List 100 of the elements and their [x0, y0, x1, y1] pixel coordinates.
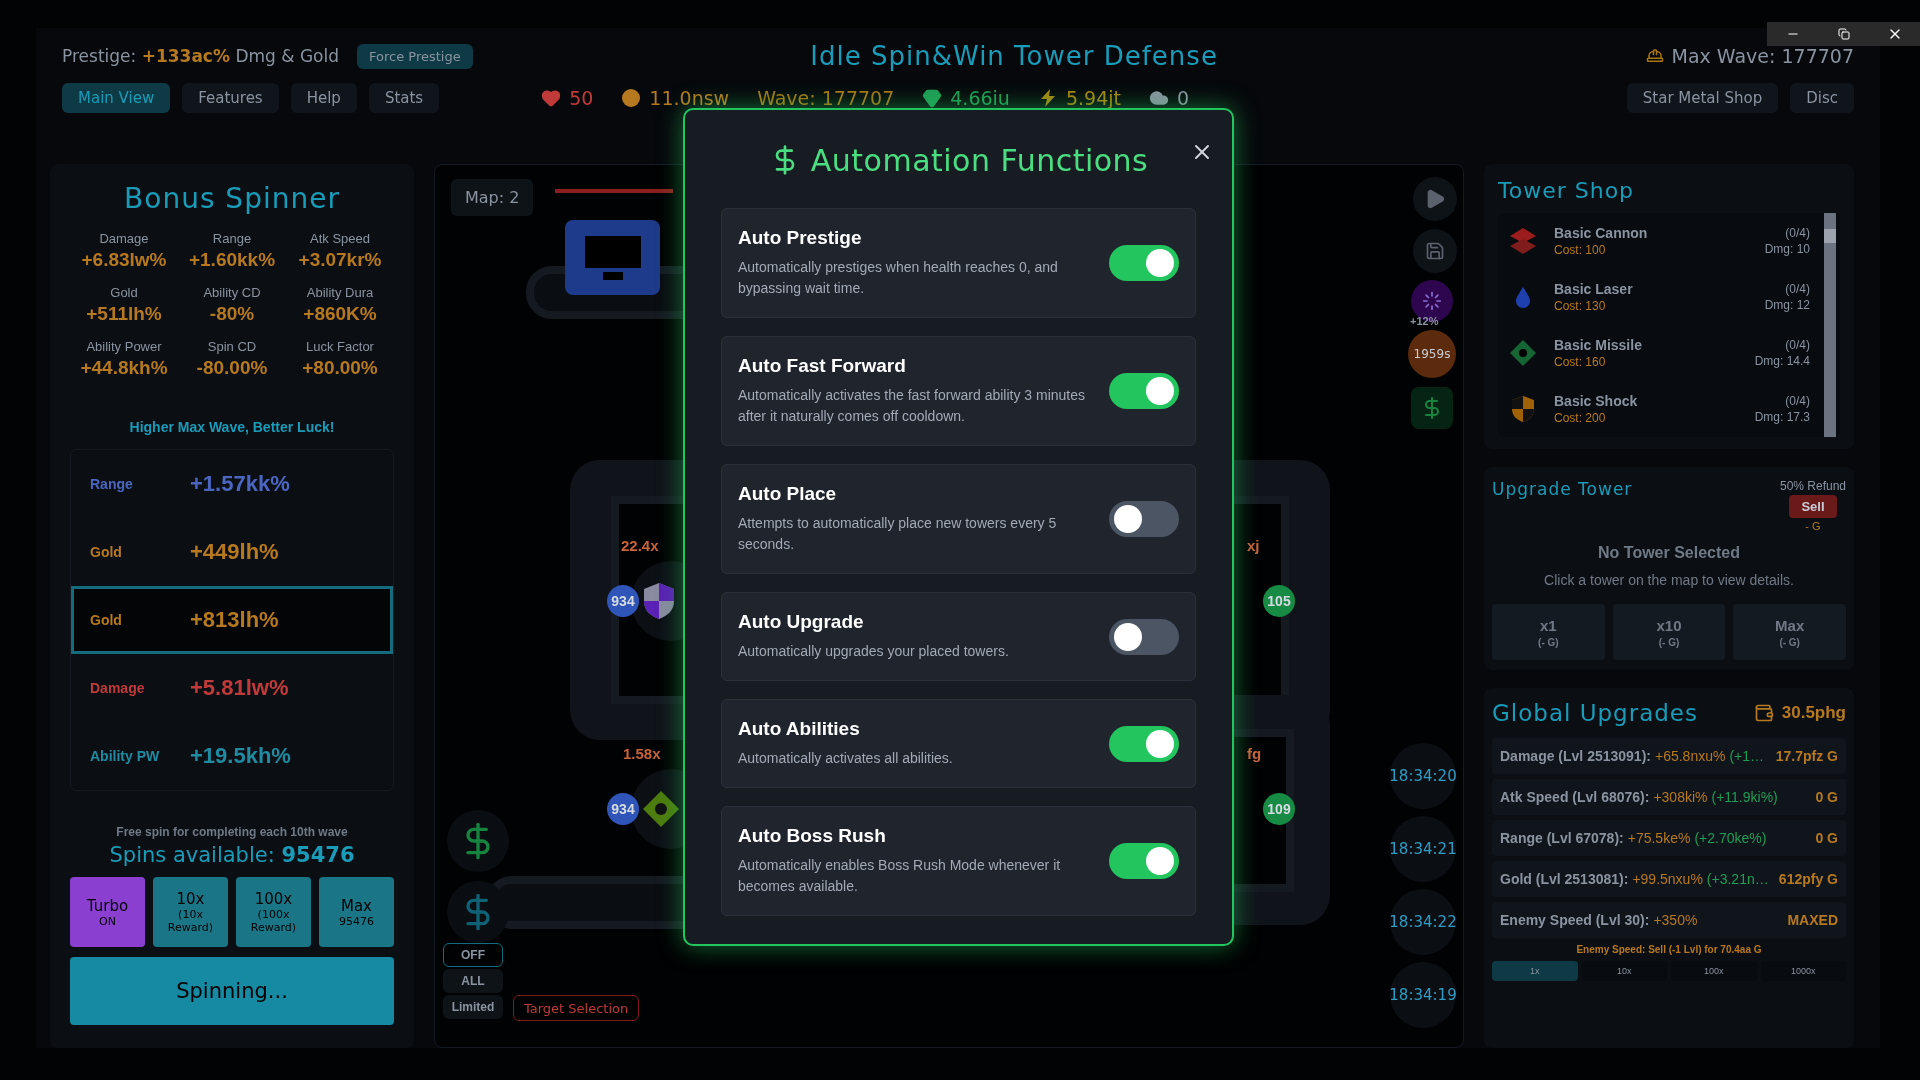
- reel-value: +449lh%: [190, 539, 279, 565]
- stacked-diamond-icon: [1508, 226, 1538, 256]
- reel-label: Gold: [90, 612, 123, 628]
- wallet-icon: [1753, 703, 1774, 723]
- toggle-switch[interactable]: [1109, 843, 1179, 879]
- tower-name: Basic Cannon: [1554, 225, 1649, 241]
- multiplier-tab[interactable]: 1x: [1492, 961, 1578, 981]
- tower-name: Basic Laser: [1554, 281, 1634, 297]
- shield-icon: [641, 581, 677, 621]
- heart-icon: [541, 88, 562, 108]
- multiplier-text: 22.4x: [621, 537, 659, 554]
- tower-shop-item[interactable]: Basic Missile Cost: 160 (0/4) Dmg: 14.4: [1498, 325, 1820, 381]
- target-mode-button[interactable]: ALL: [443, 969, 503, 993]
- stat-value: -80.00%: [196, 357, 268, 379]
- tower-shop-item[interactable]: Basic Laser Cost: 130 (0/4) Dmg: 12: [1498, 269, 1820, 325]
- toggle-switch[interactable]: [1109, 373, 1179, 409]
- spin-batch-button[interactable]: Max 95476: [319, 877, 394, 947]
- target-selection-button[interactable]: Target Selection: [513, 995, 640, 1021]
- play-button[interactable]: [1413, 177, 1457, 221]
- stat-value: 0: [1176, 87, 1190, 109]
- tagline: Higher Max Wave, Better Luck!: [128, 419, 336, 435]
- diamond-icon: [641, 789, 681, 829]
- nav-tab[interactable]: Help: [290, 83, 357, 113]
- tower-count: (0/4): [1785, 394, 1810, 408]
- tower-name: Basic Missile: [1554, 337, 1643, 353]
- tower-shop-item[interactable]: Basic Cannon Cost: 100 (0/4) Dmg: 10: [1498, 213, 1820, 269]
- stat-value: +1.60kk%: [188, 249, 276, 271]
- stat-value: +80.00%: [302, 357, 378, 379]
- multiplier-tab[interactable]: 100x: [1671, 961, 1757, 981]
- coin-icon: [621, 88, 642, 108]
- nav-tab[interactable]: Features: [182, 83, 279, 113]
- automation-name: Auto Abilities: [738, 718, 861, 740]
- automation-description: Automatically upgrades your placed towers.: [738, 642, 1010, 661]
- panel-title: Bonus Spinner: [123, 182, 341, 215]
- save-icon: [1425, 241, 1445, 261]
- sell-value: - G: [1805, 520, 1821, 532]
- save-button[interactable]: [1413, 229, 1457, 273]
- toggle-switch[interactable]: [1109, 725, 1179, 762]
- automation-name: Auto Place: [738, 483, 838, 505]
- upgrade-button[interactable]: x1 (- G): [1492, 604, 1605, 660]
- automation-description: Automatically activates all abilities.: [738, 749, 954, 768]
- panel-title: Upgrade Tower: [1492, 479, 1633, 501]
- sell-button[interactable]: Sell: [1789, 495, 1837, 518]
- stat-value: 4.66iu: [950, 87, 1010, 109]
- spin-batch-button[interactable]: 10x (10x Reward): [153, 877, 228, 947]
- upgrade-row[interactable]: Damage (Lvl 2513091): +65.8nxu% (+1… 17.7pfz G: [1492, 738, 1846, 774]
- automation-description: Automatically enables Boss Rush Mode whenever it becomes available.: [738, 856, 1062, 896]
- reel-value: +19.5kh%: [190, 743, 291, 769]
- timer-button[interactable]: 1959s: [1408, 330, 1456, 378]
- upgrade-button[interactable]: Max (- G): [1733, 604, 1846, 660]
- boost-text: +12%: [1410, 315, 1439, 327]
- reel-value: +813lh%: [190, 607, 279, 633]
- upgrade-row[interactable]: Enemy Speed (Lvl 30): +350% MAXED: [1492, 902, 1846, 938]
- multiplier-tab[interactable]: 10x: [1581, 961, 1667, 981]
- multiplier-text: 1.58x: [623, 745, 661, 762]
- automation-name: Auto Upgrade: [738, 611, 865, 633]
- force-prestige-button[interactable]: Force Prestige: [357, 43, 473, 69]
- level-badge: 934: [607, 793, 639, 825]
- multiplier-text: fg: [1247, 745, 1262, 762]
- upgrade-row[interactable]: Atk Speed (Lvl 68076): +308ki% (+11.9ki%) 0 G: [1492, 779, 1846, 815]
- tower-cost: Cost: 200: [1554, 411, 1607, 425]
- multiplier-tab[interactable]: 1000x: [1760, 961, 1846, 981]
- target-mode-button[interactable]: Limited: [443, 995, 503, 1019]
- nav-link[interactable]: Disc: [1790, 83, 1854, 113]
- spin-button[interactable]: Spinning...: [70, 957, 394, 1025]
- gem-icon: [922, 88, 943, 108]
- turbo-button[interactable]: Turbo ON: [70, 877, 145, 947]
- tower-damage: Dmg: 10: [1764, 242, 1810, 256]
- nav-tab[interactable]: Stats: [368, 83, 440, 113]
- tower-count: (0/4): [1785, 226, 1810, 240]
- empty-title: No Tower Selected: [1597, 544, 1741, 562]
- nav-link[interactable]: Star Metal Shop: [1626, 83, 1779, 113]
- toggle-switch[interactable]: [1109, 245, 1179, 281]
- upgrade-row[interactable]: Range (Lvl 67078): +75.5ke% (+2.70ke%) 0 G: [1492, 820, 1846, 856]
- automation-description: Attempts to automatically place new towers every 5 seconds.: [738, 514, 1058, 554]
- upgrade-button[interactable]: x10 (- G): [1612, 604, 1726, 660]
- stat-value: 50: [569, 87, 594, 109]
- clock-text: 18:34:22: [1390, 889, 1456, 955]
- stat-label: Spin CD: [207, 339, 257, 354]
- stat-value: +860K%: [303, 303, 377, 325]
- tower-shop-item[interactable]: Basic Shock Cost: 200 (0/4) Dmg: 17.3: [1498, 381, 1820, 437]
- toggle-switch[interactable]: [1109, 501, 1179, 537]
- stat-value: +511lh%: [86, 303, 162, 325]
- tower-damage: Dmg: 14.4: [1754, 354, 1810, 368]
- stat-value: +3.07kr%: [298, 249, 382, 271]
- stat-value: Wave: 177707: [757, 87, 895, 109]
- nav-tab[interactable]: Main View: [62, 83, 171, 113]
- automation-description: Automatically prestiges when health reaches 0, and bypassing wait time.: [738, 258, 1059, 298]
- panel-title: Tower Shop: [1498, 178, 1636, 203]
- toggle-switch[interactable]: [1109, 618, 1179, 655]
- empty-hint: Click a tower on the map to view details.: [1543, 572, 1795, 588]
- refund-text: 50% Refund: [1779, 479, 1846, 493]
- dollar-button[interactable]: [1411, 387, 1453, 429]
- spins-available-text: Spins available: 95476: [108, 843, 356, 867]
- upgrade-row[interactable]: Gold (Lvl 2513081): +99.5nxu% (+3.21n… 612pfy G: [1492, 861, 1846, 897]
- target-mode-button[interactable]: OFF: [443, 943, 503, 967]
- stat-label: Luck Factor: [306, 339, 374, 354]
- spin-batch-button[interactable]: 100x (100x Reward): [236, 877, 311, 947]
- max-wave-text: Max Wave: 177707: [1671, 45, 1854, 67]
- monitor-icon: [582, 233, 643, 282]
